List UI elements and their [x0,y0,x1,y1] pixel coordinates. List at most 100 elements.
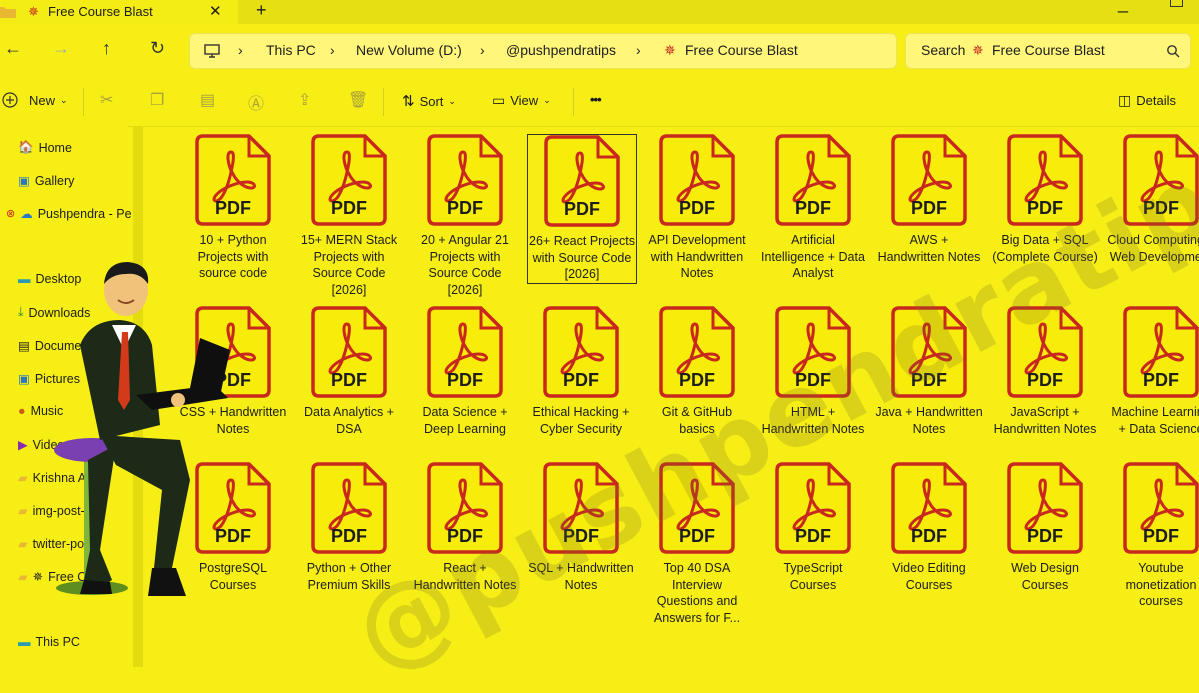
pdf-file-icon: PDF [427,306,503,398]
pdf-badge-label: PDF [795,198,831,218]
tab-title: Free Course Blast [48,4,153,19]
search-placeholder: Search [921,42,966,58]
file-item[interactable]: PDF Video Editing Courses [875,462,983,593]
chevron-right-icon: › [330,42,335,58]
businessman-illustration [54,262,230,596]
breadcrumb-this-pc[interactable]: This PC [266,42,316,58]
pdf-badge-label: PDF [679,370,715,390]
up-button[interactable]: ↑ [102,38,111,59]
file-item[interactable]: PDF 20 + Angular 21 Projects with Source … [411,134,519,298]
details-button[interactable]: ◫ Details [1118,92,1176,109]
navigation-bar: ← → ↑ ↻ › This PC › New Volume (D:) › @p… [0,24,1199,76]
view-icon: ▭ [492,92,506,108]
chevron-right-icon: › [636,42,641,58]
pdf-badge-label: PDF [1027,370,1063,390]
search-icon [1167,45,1180,58]
file-item[interactable]: PDF 26+ React Projects with Source Code [… [527,134,637,284]
sidebar-item-home[interactable]: 🏠 Home [18,140,72,155]
pdf-badge-label: PDF [795,526,831,546]
pdf-file-icon: PDF [311,134,387,226]
file-item[interactable]: PDF Artificial Intelligence + Data Analys… [759,134,867,282]
search-scope: Free Course Blast [992,42,1105,58]
pdf-badge-label: PDF [331,526,367,546]
burst-icon: ✵ [972,42,984,58]
file-name: Ethical Hacking + Cyber Security [532,405,630,436]
file-item[interactable]: PDF Ethical Hacking + Cyber Security [527,306,635,437]
delete-icon[interactable]: 🗑 [348,90,368,110]
file-item[interactable]: PDF API Development with Handwritten Note… [643,134,751,282]
file-item[interactable]: PDF 15+ MERN Stack Projects with Source C… [295,134,403,298]
pdf-file-icon: PDF [544,135,620,227]
folder-icon: ▰ [18,537,28,551]
command-toolbar: New ⌄ ✂ ❐ ▤ Ⓐ ⇪ 🗑 ⇅ Sort ⌄ ▭ View ⌄ ••• … [0,76,1199,127]
breadcrumb-pushpendratips[interactable]: @pushpendratips [506,42,616,58]
chevron-down-icon: ⌄ [543,95,551,105]
file-grid: PDF 10 + Python Projects with source code… [144,126,1199,667]
divider [83,88,84,116]
back-button[interactable]: ← [4,38,22,59]
pdf-badge-label: PDF [447,198,483,218]
file-item[interactable]: PDF Data Science + Deep Learning [411,306,519,437]
file-item[interactable]: PDF Data Analytics + DSA [295,306,403,437]
paste-icon[interactable]: ▤ [200,90,215,110]
sort-button[interactable]: ⇅ Sort ⌄ [402,92,456,110]
pdf-badge-label: PDF [215,198,251,218]
cut-icon[interactable]: ✂ [100,90,113,110]
address-bar[interactable]: › This PC › New Volume (D:) › @pushpendr… [190,34,896,68]
copy-icon[interactable]: ❐ [150,90,164,110]
pdf-file-icon: PDF [1123,306,1199,398]
share-icon[interactable]: ⇪ [298,90,311,110]
refresh-button[interactable]: ↻ [150,38,165,59]
folder-icon: ▰ [18,504,28,518]
close-tab-button[interactable]: ✕ [209,2,222,20]
pdf-badge-label: PDF [563,370,599,390]
maximize-button[interactable] [1170,0,1183,7]
pdf-badge-label: PDF [564,199,600,219]
file-name: 26+ React Projects with Source Code [202… [529,234,635,281]
tab-free-course-blast[interactable]: ✵ Free Course Blast ✕ [0,0,238,24]
pictures-icon: ▣ [18,372,30,386]
forward-button[interactable]: → [52,38,70,59]
file-item[interactable]: PDF Machine Learning + Data Science [1107,306,1199,437]
new-tab-button[interactable]: + [256,0,267,21]
pdf-file-icon: PDF [427,134,503,226]
file-name: Data Science + Deep Learning [422,405,508,436]
pc-icon [204,44,220,58]
view-label: View [510,93,539,108]
file-item[interactable]: PDF Web Design Courses [991,462,1099,593]
pdf-badge-label: PDF [331,370,367,390]
pdf-badge-label: PDF [911,526,947,546]
minimize-button[interactable]: _ [1118,0,1128,14]
home-icon: 🏠 [18,140,34,154]
file-name: Data Analytics + DSA [304,405,394,436]
breadcrumb-free-course-blast[interactable]: Free Course Blast [685,42,798,58]
breadcrumb-new-volume[interactable]: New Volume (D:) [356,42,462,58]
pdf-file-icon: PDF [1007,462,1083,554]
pdf-file-icon: PDF [195,134,271,226]
file-name: API Development with Handwritten Notes [648,233,746,280]
sidebar-item-label: This PC [35,635,80,649]
sidebar-item-this-pc[interactable]: ▬ This PC [18,635,80,649]
file-name: Artificial Intelligence + Data Analyst [761,233,865,280]
divider [573,88,574,116]
documents-icon: ▤ [18,339,30,353]
new-button[interactable]: New ⌄ [2,92,68,108]
file-item[interactable]: PDF AWS + Handwritten Notes [875,134,983,265]
more-options-button[interactable]: ••• [590,92,602,107]
sort-icon: ⇅ [402,93,415,110]
folder-icon: ▰ [18,471,28,485]
details-pane-icon: ◫ [1118,92,1132,108]
sidebar-item-onedrive[interactable]: ⊗ ☁ Pushpendra - Pe [6,206,132,222]
pdf-file-icon: PDF [311,462,387,554]
view-button[interactable]: ▭ View ⌄ [492,92,551,109]
sidebar-item-gallery[interactable]: ▣ Gallery [18,173,74,189]
file-item[interactable]: PDF Youtube monetization courses [1107,462,1199,610]
search-box[interactable]: Search ✵ Free Course Blast [906,34,1190,68]
pdf-file-icon: PDF [1123,462,1199,554]
rename-icon[interactable]: Ⓐ [248,90,264,114]
cloud-icon: ☁ [20,207,33,221]
file-name: Video Editing Courses [892,561,966,592]
title-bar: ✵ Free Course Blast ✕ + _ [0,0,1199,24]
music-icon: ● [18,404,26,418]
burst-icon: ✵ [28,4,39,19]
